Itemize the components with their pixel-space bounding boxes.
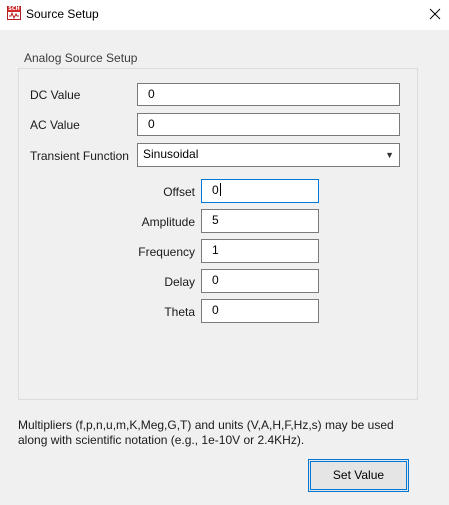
amplitude-field[interactable]: 5 [201, 209, 319, 233]
dc-value-label: DC Value [30, 88, 81, 102]
transient-function-label: Transient Function [30, 149, 129, 163]
theta-field[interactable]: 0 [201, 299, 319, 323]
ac-value-label: AC Value [30, 118, 80, 132]
offset-label: Offset [163, 185, 195, 199]
close-icon [429, 8, 441, 20]
window-title: Source Setup [26, 7, 99, 21]
dc-value-field[interactable]: 0 [137, 83, 400, 106]
offset-field[interactable]: 0 [201, 179, 319, 203]
set-value-button[interactable]: Set Value [308, 459, 409, 492]
amplitude-label: Amplitude [141, 215, 195, 229]
ac-value-field[interactable]: 0 [137, 113, 400, 136]
group-title: Analog Source Setup [24, 51, 138, 65]
waveform-icon [9, 12, 19, 19]
app-icon: SCH [7, 6, 21, 20]
close-button[interactable] [419, 0, 449, 30]
delay-field[interactable]: 0 [201, 269, 319, 293]
delay-label: Delay [164, 275, 195, 289]
title-bar: SCH Source Setup [0, 0, 449, 30]
help-text: Multipliers (f,p,n,u,m,K,Meg,G,T) and un… [18, 418, 433, 448]
frequency-field[interactable]: 1 [201, 239, 319, 263]
help-text-line-2: along with scientific notation (e.g., 1e… [18, 433, 305, 447]
transient-function-select[interactable]: Sinusoidal ▼ [137, 143, 400, 167]
text-caret [219, 183, 221, 196]
offset-value: 0 [212, 183, 219, 197]
theta-label: Theta [164, 305, 195, 319]
focus-ring [310, 461, 407, 490]
help-text-line-1: Multipliers (f,p,n,u,m,K,Meg,G,T) and un… [18, 418, 394, 432]
transient-function-value: Sinusoidal [143, 147, 199, 161]
chevron-down-icon: ▼ [385, 150, 394, 160]
frequency-label: Frequency [138, 245, 195, 259]
